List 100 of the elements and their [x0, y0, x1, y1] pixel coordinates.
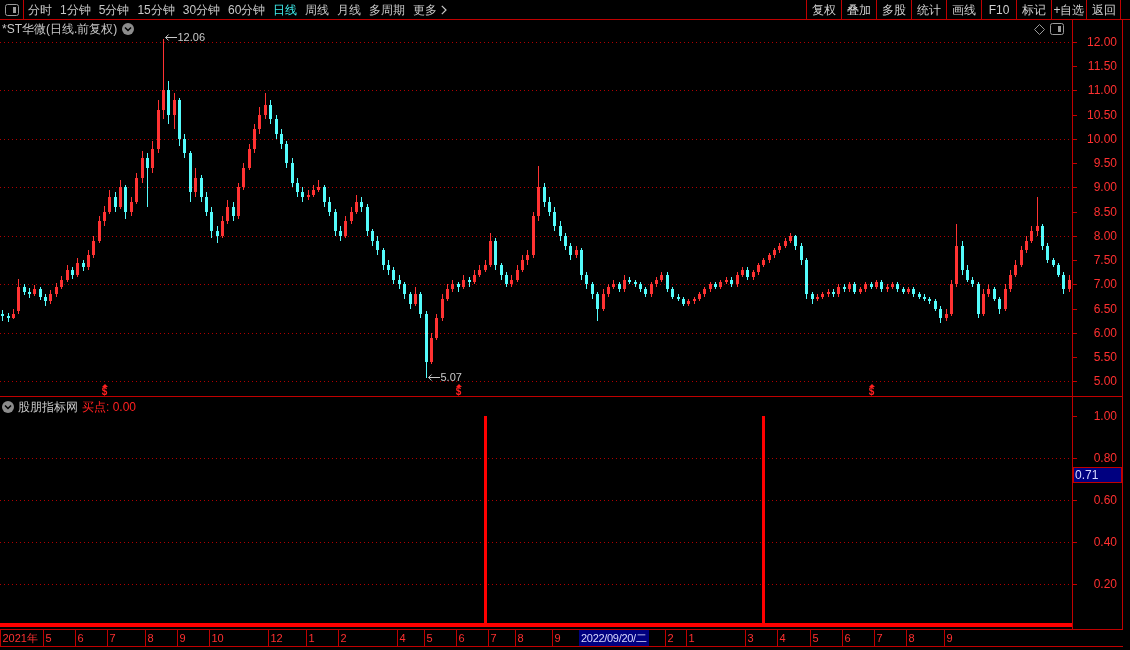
crosshair-date-label: 2022/09/20/二 [579, 630, 649, 646]
period-tab[interactable]: 15分钟 [137, 3, 175, 16]
candlestick [226, 199, 229, 225]
period-tab[interactable]: 周线 [305, 3, 330, 16]
chevron-down-icon[interactable] [122, 23, 135, 35]
period-tab[interactable]: 日线 [273, 3, 298, 16]
panel-icon[interactable] [1050, 23, 1064, 35]
candlestick [87, 249, 90, 271]
chart-title: *ST华微(日线.前复权) [2, 22, 118, 36]
date-label: 2 [337, 630, 349, 646]
candlestick [291, 157, 294, 188]
candlestick [296, 177, 299, 198]
toolbar-button[interactable]: 统计 [911, 0, 946, 19]
panel-icon [4, 3, 19, 16]
candlestick [1020, 245, 1023, 268]
toolbar-button[interactable]: 返回 [1086, 0, 1121, 19]
axis-label: 0.80 [1093, 451, 1117, 465]
candlestick [800, 242, 803, 266]
price-annotation: 5.07 [440, 372, 462, 383]
date-label: 12 [267, 630, 285, 646]
candlestick [280, 128, 283, 150]
chevron-right-icon [441, 4, 448, 15]
candlestick [275, 114, 278, 140]
candlestick [114, 191, 117, 213]
signal-mark: $ [101, 387, 108, 396]
period-tab[interactable]: 分时 [28, 3, 52, 16]
date-label: 1 [305, 630, 317, 646]
candlestick [1046, 242, 1049, 264]
axis-label: 0.40 [1093, 535, 1117, 549]
candlestick [146, 152, 149, 208]
candlestick [210, 206, 213, 239]
toolbar-button[interactable]: +自选 [1051, 0, 1086, 19]
candlestick [108, 189, 111, 215]
date-label: 9 [176, 630, 188, 646]
date-label: 1 [685, 630, 697, 646]
candlestick [1062, 271, 1065, 295]
date-label: 7 [106, 630, 118, 646]
axis-label: 8.50 [1093, 205, 1117, 219]
candlestick [200, 174, 203, 203]
axis-label: 12.00 [1086, 35, 1117, 49]
axis-label: 11.00 [1087, 83, 1117, 97]
toolbar-button[interactable]: 多股 [876, 0, 911, 19]
date-label: 4 [776, 630, 788, 646]
period-tab[interactable]: 5分钟 [98, 3, 130, 16]
candlestick [1009, 269, 1012, 293]
period-tab[interactable]: 60分钟 [228, 3, 266, 16]
triangle-up-icon [868, 384, 875, 387]
date-label: 9 [943, 630, 955, 646]
candlestick [248, 143, 251, 171]
toolbar-button[interactable]: 标记 [1016, 0, 1051, 19]
candlestick [285, 140, 288, 169]
toolbar-button[interactable]: 叠加 [841, 0, 876, 19]
candlestick [194, 167, 197, 198]
date-label: 6 [455, 630, 467, 646]
candlestick [441, 293, 444, 322]
date-label: 2021年 [0, 630, 40, 646]
toolbar-button[interactable]: F10 [981, 0, 1016, 19]
toolbar-button[interactable]: 复权 [806, 0, 841, 19]
diamond-icon[interactable] [1034, 23, 1045, 35]
price-annotation: 12.06 [177, 32, 206, 43]
candlestick [76, 257, 79, 278]
date-label: 10 [208, 630, 226, 646]
candlestick [130, 196, 133, 217]
period-tab[interactable]: 多周期 [369, 3, 406, 16]
chevron-down-icon[interactable] [2, 401, 14, 413]
candlestick [162, 38, 165, 120]
axis-label: 6.50 [1093, 302, 1117, 316]
more-button[interactable]: 更多 [413, 3, 448, 16]
axis-label: 10.50 [1086, 108, 1117, 122]
candlestick [344, 215, 347, 239]
candlestick [553, 206, 556, 232]
candlestick [92, 235, 95, 259]
date-label: 5 [809, 630, 821, 646]
candlestick [382, 247, 385, 271]
candlestick [543, 182, 546, 208]
signal-mark: $ [455, 387, 462, 396]
candlestick [602, 288, 605, 312]
toolbar-button[interactable]: 画线 [946, 0, 981, 19]
axis-label: 8.00 [1093, 229, 1117, 243]
candlestick [334, 208, 337, 237]
candlestick [269, 99, 272, 125]
triangle-up-icon [455, 384, 462, 387]
date-label: 8 [514, 630, 526, 646]
candlestick [376, 235, 379, 256]
triangle-up-icon [101, 384, 108, 387]
axis-label: 1.00 [1093, 409, 1117, 423]
indicator-name: 股朋指标网 [18, 400, 78, 414]
period-tab[interactable]: 月线 [337, 3, 362, 16]
axis-label: 9.50 [1093, 156, 1117, 170]
axis-label: 0.20 [1093, 577, 1117, 591]
period-tab[interactable]: 30分钟 [182, 3, 221, 16]
date-label: 8 [905, 630, 917, 646]
signal-mark: $ [868, 387, 875, 396]
date-label: 5 [42, 630, 54, 646]
candlestick [103, 205, 106, 227]
period-tab[interactable]: 1分钟 [60, 3, 91, 16]
candlestick [666, 271, 669, 293]
candlestick [982, 288, 985, 317]
candlestick [323, 184, 326, 208]
axis-label: 6.00 [1093, 326, 1117, 340]
